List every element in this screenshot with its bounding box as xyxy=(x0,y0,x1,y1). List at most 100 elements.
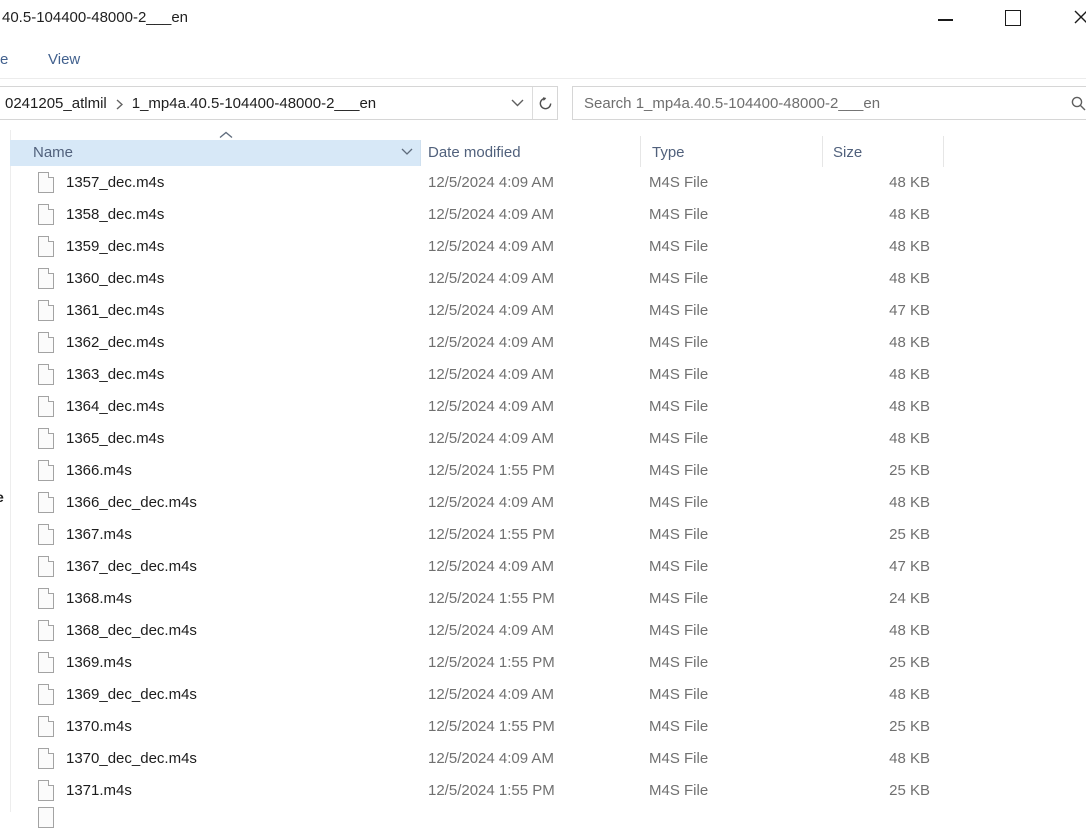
file-size: 48 KB xyxy=(889,622,930,639)
file-row[interactable]: 1369.m4s 12/5/2024 1:55 PM M4S File 25 K… xyxy=(10,647,1086,679)
file-icon xyxy=(38,396,54,417)
file-name[interactable]: 1370.m4s xyxy=(66,711,132,743)
file-date-modified: 12/5/2024 4:09 AM xyxy=(428,558,554,575)
file-icon xyxy=(38,684,54,705)
file-date-modified: 12/5/2024 4:09 AM xyxy=(428,494,554,511)
file-name[interactable]: 1362_dec.m4s xyxy=(66,327,164,359)
file-size: 48 KB xyxy=(889,366,930,383)
address-bar[interactable]: 0241205_atlmil 1_mp4a.40.5-104400-48000-… xyxy=(0,86,558,120)
breadcrumb-parent-folder[interactable]: 0241205_atlmil xyxy=(5,95,107,112)
file-row[interactable]: 1367_dec_dec.m4s 12/5/2024 4:09 AM M4S F… xyxy=(10,551,1086,583)
search-input[interactable] xyxy=(573,87,1086,119)
file-row[interactable]: 1368_dec_dec.m4s 12/5/2024 4:09 AM M4S F… xyxy=(10,615,1086,647)
breadcrumb-current-folder[interactable]: 1_mp4a.40.5-104400-48000-2___en xyxy=(132,95,376,112)
file-row[interactable]: 1366_dec_dec.m4s 12/5/2024 4:09 AM M4S F… xyxy=(10,487,1086,519)
ribbon-tab-view[interactable]: View xyxy=(48,51,80,68)
file-date-modified: 12/5/2024 4:09 AM xyxy=(428,334,554,351)
file-type: M4S File xyxy=(649,622,709,639)
file-date-modified: 12/5/2024 1:55 PM xyxy=(428,654,555,671)
file-icon xyxy=(38,716,54,737)
file-date-modified: 12/5/2024 1:55 PM xyxy=(428,782,555,799)
file-name[interactable]: 1357_dec.m4s xyxy=(66,167,164,199)
file-icon xyxy=(38,588,54,609)
close-icon xyxy=(1074,10,1086,24)
file-name[interactable]: 1364_dec.m4s xyxy=(66,391,164,423)
file-type: M4S File xyxy=(649,206,709,223)
file-date-modified: 12/5/2024 4:09 AM xyxy=(428,622,554,639)
file-row[interactable]: 1363_dec.m4s 12/5/2024 4:09 AM M4S File … xyxy=(10,359,1086,391)
file-name[interactable]: 1365_dec.m4s xyxy=(66,423,164,455)
file-row[interactable]: 1368.m4s 12/5/2024 1:55 PM M4S File 24 K… xyxy=(10,583,1086,615)
file-type: M4S File xyxy=(649,526,709,543)
file-row[interactable]: 1366.m4s 12/5/2024 1:55 PM M4S File 25 K… xyxy=(10,455,1086,487)
file-name[interactable]: 1367.m4s xyxy=(66,519,132,551)
close-button[interactable] xyxy=(1058,0,1086,34)
file-row[interactable]: 1371.m4s 12/5/2024 1:55 PM M4S File 25 K… xyxy=(10,775,1086,807)
file-name[interactable]: 1366.m4s xyxy=(66,455,132,487)
file-icon xyxy=(38,300,54,321)
file-row[interactable]: 1367.m4s 12/5/2024 1:55 PM M4S File 25 K… xyxy=(10,519,1086,551)
file-row[interactable]: 1360_dec.m4s 12/5/2024 4:09 AM M4S File … xyxy=(10,263,1086,295)
file-type: M4S File xyxy=(649,750,709,767)
file-name[interactable]: 1368.m4s xyxy=(66,583,132,615)
file-size: 48 KB xyxy=(889,494,930,511)
file-type: M4S File xyxy=(649,558,709,575)
file-icon xyxy=(38,236,54,257)
ribbon-tab-bar: e View xyxy=(0,40,1086,103)
file-type: M4S File xyxy=(649,782,709,799)
navigation-pane-item-fragment[interactable]: e xyxy=(0,489,4,505)
file-name[interactable]: 1360_dec.m4s xyxy=(66,263,164,295)
file-icon xyxy=(38,332,54,353)
file-name[interactable]: 1361_dec.m4s xyxy=(66,295,164,327)
file-name[interactable]: 1369_dec_dec.m4s xyxy=(66,679,197,711)
column-header-name[interactable]: Name xyxy=(33,140,73,166)
file-row[interactable]: 1359_dec.m4s 12/5/2024 4:09 AM M4S File … xyxy=(10,231,1086,263)
column-separator[interactable] xyxy=(640,136,641,167)
file-icon xyxy=(38,460,54,481)
file-name[interactable]: 1366_dec_dec.m4s xyxy=(66,487,197,519)
file-type: M4S File xyxy=(649,238,709,255)
file-row[interactable]: 1361_dec.m4s 12/5/2024 4:09 AM M4S File … xyxy=(10,295,1086,327)
column-header-date-modified[interactable]: Date modified xyxy=(428,140,521,166)
file-icon xyxy=(38,268,54,289)
column-header-type[interactable]: Type xyxy=(652,140,685,166)
file-date-modified: 12/5/2024 4:09 AM xyxy=(428,430,554,447)
file-row[interactable]: 1365_dec.m4s 12/5/2024 4:09 AM M4S File … xyxy=(10,423,1086,455)
refresh-button[interactable] xyxy=(532,87,557,119)
address-dropdown-button[interactable] xyxy=(502,87,532,119)
file-name[interactable]: 1369.m4s xyxy=(66,647,132,679)
name-filter-dropdown[interactable] xyxy=(401,148,413,155)
file-row[interactable]: 1357_dec.m4s 12/5/2024 4:09 AM M4S File … xyxy=(10,167,1086,199)
column-separator[interactable] xyxy=(943,136,944,167)
file-name[interactable]: 1363_dec.m4s xyxy=(66,359,164,391)
file-row[interactable]: 1364_dec.m4s 12/5/2024 4:09 AM M4S File … xyxy=(10,391,1086,423)
file-date-modified: 12/5/2024 4:09 AM xyxy=(428,686,554,703)
breadcrumb-separator-icon[interactable] xyxy=(116,98,123,110)
file-name[interactable]: 1370_dec_dec.m4s xyxy=(66,743,197,775)
column-separator[interactable] xyxy=(822,136,823,167)
file-name[interactable]: 1371.m4s xyxy=(66,775,132,807)
file-name[interactable]: 1359_dec.m4s xyxy=(66,231,164,263)
file-row[interactable]: 1370_dec_dec.m4s 12/5/2024 4:09 AM M4S F… xyxy=(10,743,1086,775)
search-icon[interactable] xyxy=(1070,95,1086,112)
file-icon xyxy=(38,556,54,577)
file-size: 25 KB xyxy=(889,462,930,479)
file-date-modified: 12/5/2024 4:09 AM xyxy=(428,750,554,767)
column-header-size[interactable]: Size xyxy=(833,140,862,166)
file-name[interactable]: 1367_dec_dec.m4s xyxy=(66,551,197,583)
file-size: 25 KB xyxy=(889,526,930,543)
file-row[interactable]: 1358_dec.m4s 12/5/2024 4:09 AM M4S File … xyxy=(10,199,1086,231)
minimize-icon xyxy=(937,18,953,21)
file-row[interactable]: 1370.m4s 12/5/2024 1:55 PM M4S File 25 K… xyxy=(10,711,1086,743)
ribbon-tab-partial[interactable]: e xyxy=(0,51,8,68)
file-icon xyxy=(38,652,54,673)
file-icon xyxy=(38,524,54,545)
file-size: 48 KB xyxy=(889,334,930,351)
file-row[interactable]: 1369_dec_dec.m4s 12/5/2024 4:09 AM M4S F… xyxy=(10,679,1086,711)
file-name[interactable]: 1368_dec_dec.m4s xyxy=(66,615,197,647)
minimize-button[interactable] xyxy=(922,0,968,34)
maximize-button[interactable] xyxy=(990,0,1036,34)
file-size: 48 KB xyxy=(889,750,930,767)
file-row[interactable]: 1362_dec.m4s 12/5/2024 4:09 AM M4S File … xyxy=(10,327,1086,359)
file-name[interactable]: 1358_dec.m4s xyxy=(66,199,164,231)
